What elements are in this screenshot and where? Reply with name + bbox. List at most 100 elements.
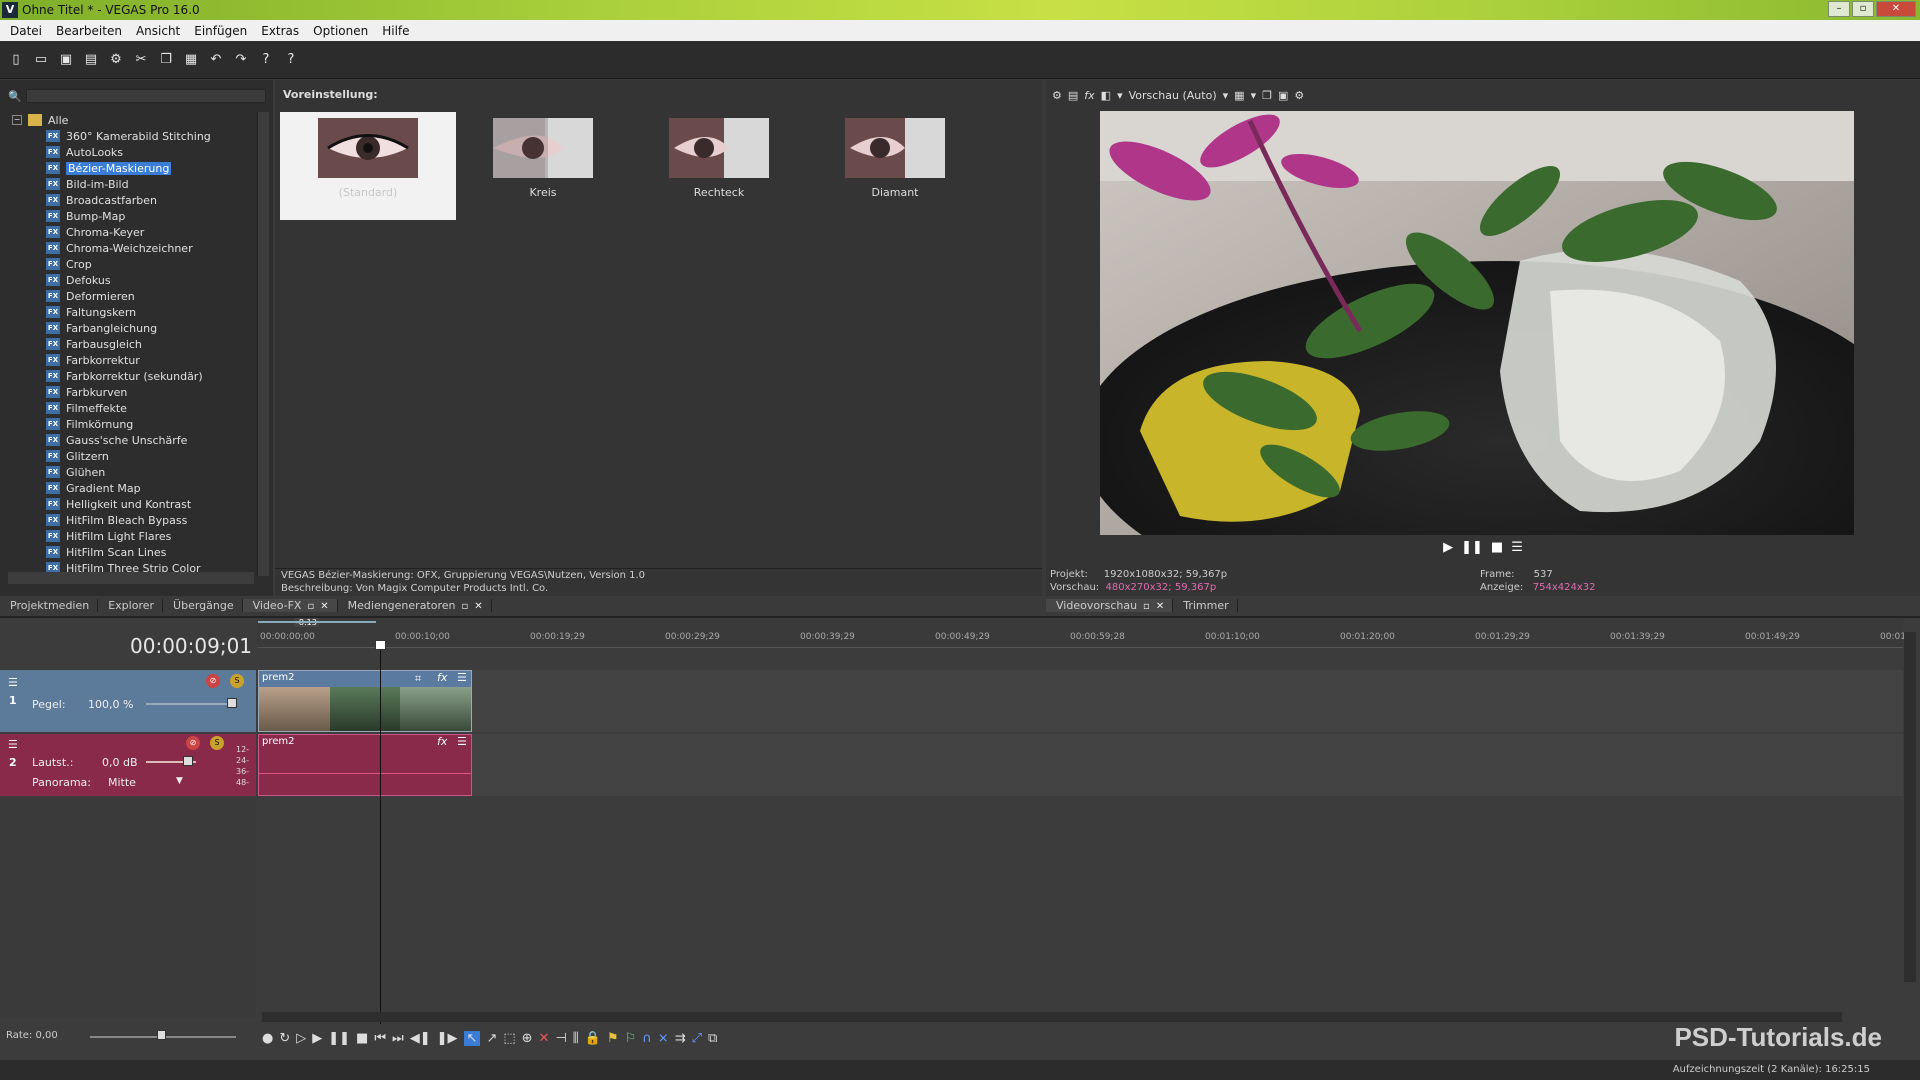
timeline-vscroll[interactable] <box>1904 632 1916 982</box>
prev-frame-icon[interactable]: ◀❚ <box>410 1031 431 1046</box>
fx-item[interactable]: FX Chroma-Weichzeichner <box>12 240 258 256</box>
cut-icon[interactable]: ✂ <box>131 50 151 70</box>
snapping-icon[interactable]: ∩ <box>642 1031 652 1046</box>
preview-quality-select[interactable]: Vorschau (Auto) <box>1129 89 1217 102</box>
play-icon[interactable]: ▶ <box>312 1031 322 1046</box>
fx-icon[interactable]: fx <box>1084 89 1094 102</box>
grid-overlay-icon[interactable]: ▦ <box>1234 89 1244 102</box>
tab-video-fx[interactable]: Video-FX ▫ ✕ <box>242 598 338 612</box>
close-button[interactable]: ✕ <box>1876 1 1916 17</box>
fx-list-vscroll[interactable] <box>257 112 269 576</box>
solo-icon[interactable]: S <box>230 674 244 688</box>
menu-datei[interactable]: Datei <box>3 24 49 38</box>
pause-icon[interactable]: ❚❚ <box>328 1031 350 1046</box>
region-icon[interactable]: ⚐ <box>625 1031 637 1046</box>
copy-icon[interactable]: ❐ <box>156 50 176 70</box>
clip-fx-icon[interactable]: fx <box>437 735 447 748</box>
project-properties-icon[interactable]: ▤ <box>1068 89 1078 102</box>
paste-icon[interactable]: ▦ <box>181 50 201 70</box>
video-track-lane[interactable] <box>258 670 1903 732</box>
undock-icon[interactable]: ▫ <box>1143 601 1150 612</box>
fx-search-input[interactable] <box>25 89 266 103</box>
audio-track-header[interactable]: ☰ 2 ⊘ S Lautst.: 0,0 dB Panorama: Mitte … <box>0 734 256 796</box>
menu-optionen[interactable]: Optionen <box>306 24 375 38</box>
play-icon[interactable]: ▶ <box>1443 540 1453 555</box>
tab-close-icon[interactable]: ✕ <box>1156 601 1164 612</box>
preset-diamant[interactable]: Diamant <box>807 112 983 220</box>
fx-item[interactable]: FX Bézier-Maskierung <box>12 160 258 176</box>
menu-ansicht[interactable]: Ansicht <box>129 24 187 38</box>
fx-item[interactable]: FX Farbkurven <box>12 384 258 400</box>
fx-item[interactable]: FX Farbkorrektur <box>12 352 258 368</box>
tab-close-icon[interactable]: ✕ <box>320 601 328 612</box>
pan-thumb-icon[interactable]: ▼ <box>176 776 183 786</box>
tab-videovorschau[interactable]: Videovorschau ▫ ✕ <box>1046 598 1174 612</box>
clip-fx-icon[interactable]: fx <box>437 671 447 684</box>
envelope-tool-icon[interactable]: ↗ <box>486 1031 497 1046</box>
loop-region[interactable] <box>258 621 376 623</box>
undo-icon[interactable]: ↶ <box>206 50 226 70</box>
fx-item[interactable]: FX Helligkeit und Kontrast <box>12 496 258 512</box>
menu-extras[interactable]: Extras <box>254 24 306 38</box>
redo-icon[interactable]: ↷ <box>231 50 251 70</box>
go-to-end-icon[interactable]: ⏭ <box>392 1031 404 1046</box>
playhead-handle-icon[interactable] <box>375 640 386 650</box>
record-icon[interactable]: ● <box>262 1031 273 1046</box>
save-icon[interactable]: ▣ <box>56 50 76 70</box>
fx-item[interactable]: FX Farbangleichung <box>12 320 258 336</box>
fx-item[interactable]: FX Faltungskern <box>12 304 258 320</box>
fx-item[interactable]: FX AutoLooks <box>12 144 258 160</box>
tab-mediengeneratoren[interactable]: Mediengeneratoren ▫ ✕ <box>338 598 492 612</box>
fx-item[interactable]: FX Defokus <box>12 272 258 288</box>
delete-icon[interactable]: ✕ <box>539 1031 550 1046</box>
timeline-ruler[interactable]: -8:13 00:00:00;0000:00:10;0000:00:19;290… <box>258 618 1909 648</box>
maximize-button[interactable]: ▫ <box>1852 1 1874 17</box>
fx-item[interactable]: FX Farbausgleich <box>12 336 258 352</box>
fx-item[interactable]: FX Gradient Map <box>12 480 258 496</box>
open-folder-icon[interactable]: ▭ <box>31 50 51 70</box>
fx-item[interactable]: FX Filmkörnung <box>12 416 258 432</box>
fx-item[interactable]: FX Farbkorrektur (sekundär) <box>12 368 258 384</box>
settings-icon[interactable]: ⚙ <box>106 50 126 70</box>
clip-menu-icon[interactable]: ☰ <box>457 735 467 748</box>
volume-slider-thumb[interactable] <box>183 756 193 766</box>
fx-item[interactable]: FX HitFilm Scan Lines <box>12 544 258 560</box>
fx-item[interactable]: FX Deformieren <box>12 288 258 304</box>
new-file-icon[interactable]: ▯ <box>6 50 26 70</box>
play-from-start-icon[interactable]: ▷ <box>296 1031 306 1046</box>
ignore-grouping-icon[interactable]: ⧉ <box>708 1031 717 1046</box>
undock-icon[interactable]: ▫ <box>307 601 314 612</box>
tab-projektmedien[interactable]: Projektmedien <box>0 598 99 612</box>
menu-hilfe[interactable]: Hilfe <box>375 24 416 38</box>
playhead[interactable] <box>380 640 381 1024</box>
fx-item[interactable]: FX Bump-Map <box>12 208 258 224</box>
video-track-header[interactable]: ☰ 1 ⊘ S Pegel: 100,0 % <box>0 670 256 732</box>
stop-icon[interactable]: ■ <box>356 1031 368 1046</box>
zoom-tool-icon[interactable]: ⊕ <box>522 1031 533 1046</box>
video-clip[interactable]: prem2 ⌗ fx ☰ <box>258 670 472 732</box>
tree-root[interactable]: − Alle <box>12 112 258 128</box>
whats-this-icon[interactable]: ? <box>281 50 301 70</box>
ripple-edit-icon[interactable]: ⇉ <box>675 1031 686 1046</box>
level-slider[interactable] <box>146 703 236 705</box>
crop-icon[interactable]: ⌗ <box>415 672 421 686</box>
preview-video-frame[interactable] <box>1100 111 1854 535</box>
menu-icon[interactable]: ☰ <box>1511 540 1523 555</box>
undock-icon[interactable]: ▫ <box>462 601 469 612</box>
save-snapshot-icon[interactable]: ▣ <box>1278 89 1288 102</box>
fx-item[interactable]: FX Filmeffekte <box>12 400 258 416</box>
selection-tool-icon[interactable]: ⬚ <box>503 1031 515 1046</box>
normal-edit-tool-icon[interactable]: ↖ <box>463 1031 481 1046</box>
tab-explorer[interactable]: Explorer <box>98 598 164 612</box>
dropdown-icon[interactable]: ▾ <box>1223 89 1229 102</box>
fx-item[interactable]: FX Chroma-Keyer <box>12 224 258 240</box>
menu-bearbeiten[interactable]: Bearbeiten <box>49 24 129 38</box>
trim-icon[interactable]: ⊣ <box>555 1031 566 1046</box>
pause-icon[interactable]: ❚❚ <box>1461 540 1483 555</box>
menu-einfuegen[interactable]: Einfügen <box>187 24 254 38</box>
collapse-icon[interactable]: − <box>12 115 22 125</box>
fx-item[interactable]: FX Gauss'sche Unschärfe <box>12 432 258 448</box>
tab-uebergaenge[interactable]: Übergänge <box>163 598 243 612</box>
fx-item[interactable]: FX 360° Kamerabild Stitching <box>12 128 258 144</box>
rate-slider-thumb[interactable] <box>157 1030 166 1040</box>
